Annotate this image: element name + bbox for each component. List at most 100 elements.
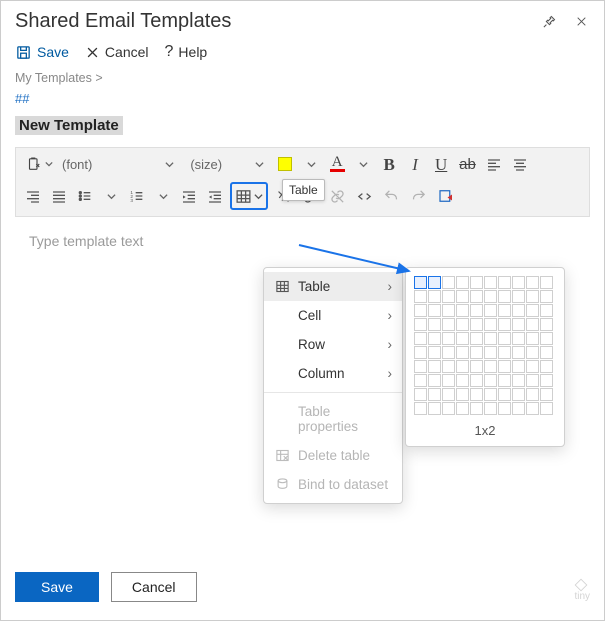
grid-cell[interactable] (484, 388, 497, 401)
grid-cell[interactable] (526, 318, 539, 331)
grid-cell[interactable] (526, 290, 539, 303)
font-family-caret[interactable] (158, 152, 180, 176)
grid-cell[interactable] (414, 388, 427, 401)
grid-cell[interactable] (470, 346, 483, 359)
code-icon[interactable] (353, 184, 376, 208)
grid-cell[interactable] (442, 332, 455, 345)
grid-cell[interactable] (512, 276, 525, 289)
grid-cell[interactable] (484, 318, 497, 331)
grid-cell[interactable] (484, 332, 497, 345)
font-size-caret[interactable] (248, 152, 270, 176)
grid-cell[interactable] (484, 290, 497, 303)
indent-increase-icon[interactable] (178, 184, 200, 208)
grid-cell[interactable] (428, 346, 441, 359)
grid-cell[interactable] (498, 332, 511, 345)
grid-cell[interactable] (456, 402, 469, 415)
grid-cell[interactable] (470, 360, 483, 373)
grid-cell[interactable] (484, 360, 497, 373)
grid-cell[interactable] (428, 304, 441, 317)
grid-cell[interactable] (540, 318, 553, 331)
font-color-icon[interactable]: A (326, 152, 348, 176)
grid-cell[interactable] (498, 388, 511, 401)
grid-cell[interactable] (512, 290, 525, 303)
grid-cell[interactable] (540, 360, 553, 373)
grid-cell[interactable] (428, 276, 441, 289)
align-right-icon[interactable] (22, 184, 44, 208)
menu-item-table[interactable]: Table › (264, 272, 402, 301)
grid-cell[interactable] (442, 374, 455, 387)
grid-cell[interactable] (540, 374, 553, 387)
grid-cell[interactable] (456, 346, 469, 359)
grid-cell[interactable] (442, 318, 455, 331)
grid-cell[interactable] (526, 388, 539, 401)
grid-cell[interactable] (526, 374, 539, 387)
grid-cell[interactable] (442, 290, 455, 303)
grid-cell[interactable] (442, 304, 455, 317)
grid-cell[interactable] (526, 332, 539, 345)
grid-cell[interactable] (484, 402, 497, 415)
grid-cell[interactable] (540, 388, 553, 401)
grid-cell[interactable] (414, 332, 427, 345)
menu-item-cell[interactable]: Cell › (264, 301, 402, 330)
grid-cell[interactable] (540, 304, 553, 317)
grid-cell[interactable] (512, 402, 525, 415)
grid-cell[interactable] (526, 360, 539, 373)
grid-cell[interactable] (456, 304, 469, 317)
grid-cell[interactable] (512, 332, 525, 345)
unlink-icon[interactable] (326, 184, 349, 208)
grid-cell[interactable] (442, 388, 455, 401)
grid-cell[interactable] (470, 276, 483, 289)
grid-cell[interactable] (414, 360, 427, 373)
grid-cell[interactable] (456, 374, 469, 387)
grid-cell[interactable] (442, 360, 455, 373)
paste-icon[interactable] (22, 152, 56, 176)
grid-cell[interactable] (498, 304, 511, 317)
save-button[interactable]: Save (15, 44, 69, 61)
bold-icon[interactable]: B (378, 152, 400, 176)
table-grid-picker[interactable]: 1x2 (405, 267, 565, 447)
grid-cell[interactable] (512, 346, 525, 359)
grid-cell[interactable] (414, 304, 427, 317)
insert-macro-icon[interactable] (434, 184, 458, 208)
table-button[interactable] (230, 182, 268, 210)
grid-cell[interactable] (498, 374, 511, 387)
breadcrumb[interactable]: My Templates > (1, 69, 604, 87)
grid-cell[interactable] (456, 360, 469, 373)
grid-cell[interactable] (498, 402, 511, 415)
grid-cell[interactable] (470, 374, 483, 387)
menu-item-row[interactable]: Row › (264, 330, 402, 359)
grid-cell[interactable] (428, 388, 441, 401)
highlight-caret[interactable] (300, 152, 322, 176)
grid-cell[interactable] (414, 276, 427, 289)
grid-cell[interactable] (484, 276, 497, 289)
menu-item-column[interactable]: Column › (264, 359, 402, 388)
grid-cell[interactable] (484, 346, 497, 359)
grid-cell[interactable] (470, 402, 483, 415)
grid-cell[interactable] (498, 276, 511, 289)
grid-cell[interactable] (456, 332, 469, 345)
indent-decrease-icon[interactable] (204, 184, 226, 208)
grid-cell[interactable] (540, 276, 553, 289)
grid-cell[interactable] (470, 304, 483, 317)
grid-cell[interactable] (428, 374, 441, 387)
grid-cell[interactable] (442, 346, 455, 359)
grid-cell[interactable] (414, 346, 427, 359)
font-color-caret[interactable] (352, 152, 374, 176)
grid-cell[interactable] (484, 304, 497, 317)
grid-cell[interactable] (512, 374, 525, 387)
grid-cell[interactable] (456, 290, 469, 303)
grid-cell[interactable] (512, 388, 525, 401)
align-center-icon[interactable] (509, 152, 531, 176)
grid-cell[interactable] (512, 304, 525, 317)
numbers-caret[interactable] (152, 184, 174, 208)
align-justify-icon[interactable] (48, 184, 70, 208)
close-icon[interactable] (570, 9, 592, 33)
numbers-icon[interactable]: 123 (126, 184, 148, 208)
grid-cell[interactable] (540, 346, 553, 359)
highlight-icon[interactable] (274, 152, 296, 176)
grid-cell[interactable] (470, 290, 483, 303)
grid-cell[interactable] (498, 290, 511, 303)
grid-cell[interactable] (470, 332, 483, 345)
align-left-icon[interactable] (483, 152, 505, 176)
grid-cell[interactable] (428, 360, 441, 373)
